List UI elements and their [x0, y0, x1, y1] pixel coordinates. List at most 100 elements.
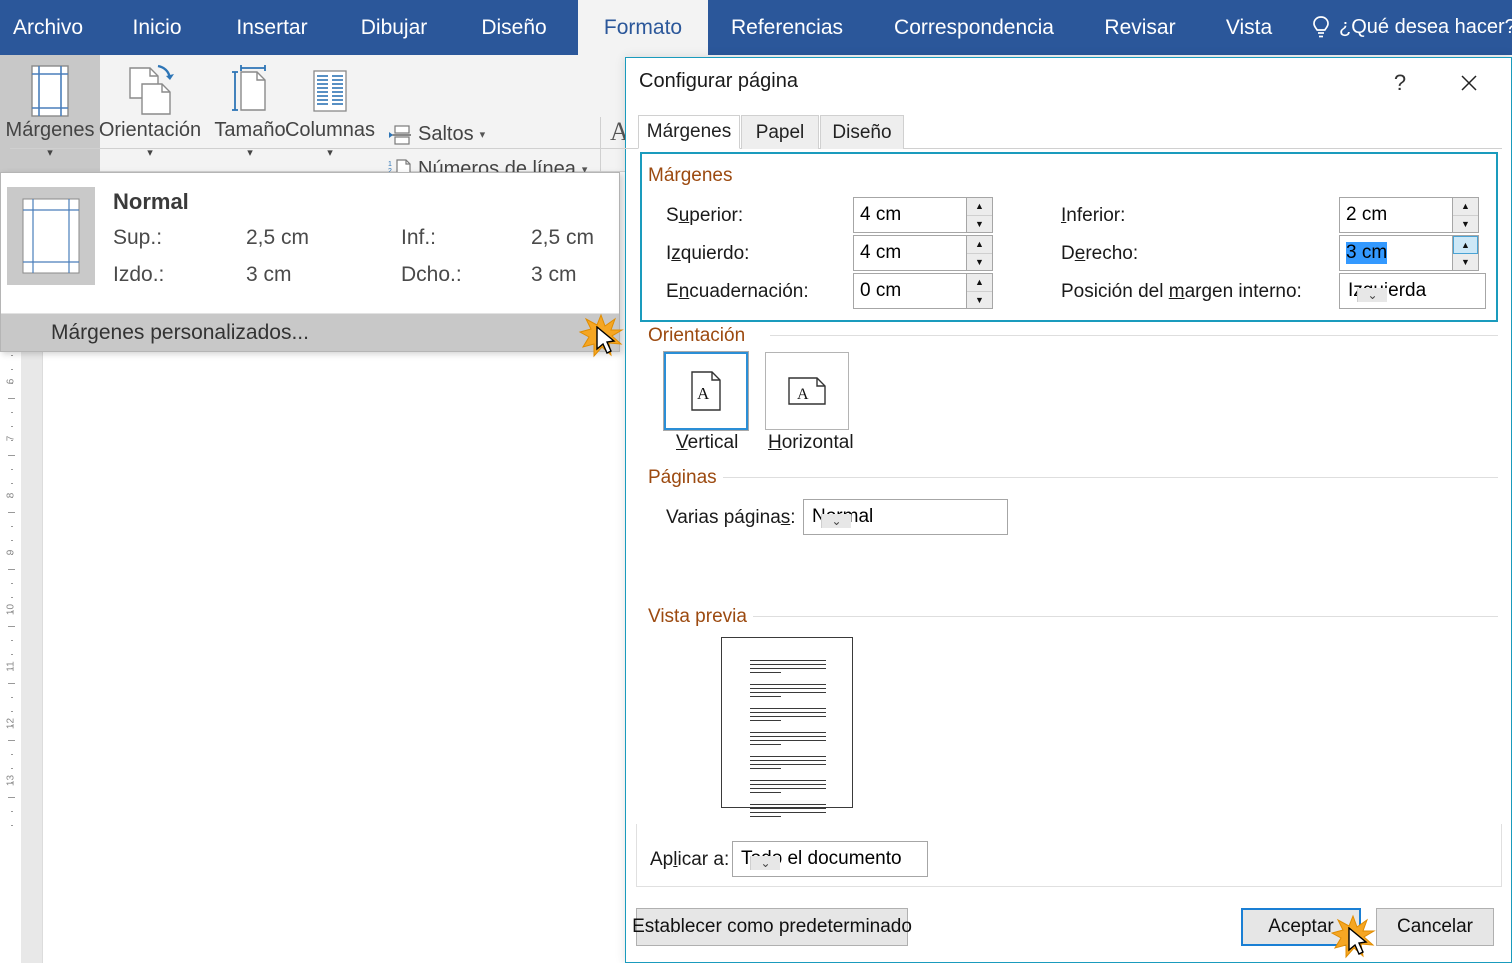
tell-me-search[interactable]: ¿Qué desea hacer?: [1310, 0, 1512, 55]
spinner-superior-up-button[interactable]: ▲: [967, 198, 992, 216]
ruler-tick: [8, 568, 15, 570]
field-label-derecho: Derecho:: [1061, 243, 1139, 264]
ruler-tick: [11, 711, 13, 712]
chevron-down-icon[interactable]: ⌄: [1357, 288, 1387, 302]
spinner-inferior[interactable]: 2 cm ▲ ▼: [1339, 197, 1479, 233]
chevron-down-icon[interactable]: ⌄: [821, 514, 851, 528]
ribbon-button-columnas[interactable]: Columnas ▾: [280, 55, 380, 172]
field-label-varias-paginas: Varias páginas:: [666, 507, 796, 528]
gallery-value-dcho: 3 cm: [531, 263, 577, 286]
page-preview: [721, 637, 853, 817]
spinner-izquierdo-value[interactable]: 4 cm: [854, 236, 966, 270]
spinner-encuadernacion[interactable]: 0 cm ▲ ▼: [853, 273, 993, 309]
spinner-inferior-up-button[interactable]: ▲: [1453, 198, 1478, 216]
preview-text-line: [750, 760, 826, 761]
group-title-paginas: Páginas: [648, 467, 723, 489]
ruler-tick: [11, 768, 13, 769]
spinner-derecho-buttons: ▲ ▼: [1452, 236, 1478, 270]
click-marker-custom-margins: [578, 312, 624, 358]
ribbon-tab-archivo[interactable]: Archivo: [0, 0, 96, 55]
chevron-down-icon[interactable]: ⌄: [750, 856, 780, 870]
margins-gallery-dropdown: Normal Sup.: 2,5 cm Inf.: 2,5 cm Izdo.: …: [0, 172, 620, 352]
group-title-vista-previa: Vista previa: [648, 606, 753, 628]
preview-text-line-short: [750, 720, 781, 721]
dialog-close-button[interactable]: [1450, 66, 1488, 100]
ruler-tick: [11, 725, 13, 727]
spinner-derecho-down-button[interactable]: ▼: [1453, 254, 1478, 270]
preview-text-line: [750, 764, 826, 765]
spinner-derecho-up-button[interactable]: ▲: [1453, 236, 1478, 254]
ribbon-tab-referencias[interactable]: Referencias: [722, 0, 852, 55]
gallery-label-izdo: Izdo.:: [113, 263, 165, 286]
ruler-tick: [8, 397, 15, 399]
ribbon-tab-insertar[interactable]: Insertar: [218, 0, 326, 55]
ruler-tick: [11, 639, 13, 641]
spinner-superior-down-button[interactable]: ▼: [967, 215, 992, 232]
spinner-encuadernacion-buttons: ▲ ▼: [966, 274, 992, 308]
spinner-izquierdo-up-button[interactable]: ▲: [967, 236, 992, 254]
spinner-encuadernacion-down-button[interactable]: ▼: [967, 291, 992, 308]
ruler-tick: [11, 668, 13, 670]
spinner-superior-value[interactable]: 4 cm: [854, 198, 966, 232]
dialog-tab-margenes[interactable]: Márgenes: [638, 115, 740, 149]
ruler-tick: [11, 696, 13, 698]
svg-text:A: A: [697, 384, 710, 403]
spinner-inferior-down-button[interactable]: ▼: [1453, 215, 1478, 232]
ribbon-tab-dibujar[interactable]: Dibujar: [342, 0, 446, 55]
preview-text-line-short: [750, 696, 781, 697]
columns-icon: [307, 63, 353, 119]
landscape-page-icon: A: [788, 377, 826, 405]
group-rule-orientacion: [770, 335, 1498, 336]
orientation-option-vertical[interactable]: A: [663, 351, 749, 431]
ruler-tick: [11, 782, 13, 784]
spinner-superior[interactable]: 4 cm ▲ ▼: [853, 197, 993, 233]
size-icon: [227, 63, 273, 119]
spinner-inferior-value[interactable]: 2 cm: [1340, 198, 1452, 232]
orientation-label-horizontal: Horizontal: [768, 432, 854, 453]
cancel-button[interactable]: Cancelar: [1376, 908, 1494, 946]
spinner-encuadernacion-value[interactable]: 0 cm: [854, 274, 966, 308]
gallery-label-dcho: Dcho.:: [401, 263, 462, 286]
preview-text-line: [750, 780, 826, 781]
combo-posicion-margen-interno[interactable]: Izquierda ⌄: [1339, 273, 1486, 309]
ruler-tick: [8, 625, 15, 627]
ruler-tick: [11, 468, 13, 470]
ribbon-tab-inicio[interactable]: Inicio: [112, 0, 202, 55]
spinner-encuadernacion-up-button[interactable]: ▲: [967, 274, 992, 292]
gallery-label-inf: Inf.:: [401, 226, 437, 249]
ribbon-tab-formato[interactable]: Formato: [578, 0, 708, 55]
preview-text-line: [750, 812, 826, 813]
ruler-number: 7: [5, 435, 17, 442]
group-rule-paginas: [723, 477, 1498, 478]
spinner-derecho-value[interactable]: 3 cm: [1340, 236, 1452, 270]
spinner-izquierdo[interactable]: 4 cm ▲ ▼: [853, 235, 993, 271]
ribbon-button-orientacion[interactable]: Orientación ▾: [99, 55, 201, 172]
dialog-help-button[interactable]: ?: [1382, 68, 1418, 98]
ribbon-button-margenes[interactable]: Márgenes ▾: [0, 55, 100, 172]
dialog-tab-diseno[interactable]: Diseño: [820, 115, 904, 149]
dialog-titlebar[interactable]: Configurar página: [626, 58, 1511, 108]
mouse-cursor-icon: [1348, 927, 1368, 955]
orientation-icon: [124, 63, 176, 119]
ruler-tick: [8, 739, 15, 741]
ruler-tick: [11, 440, 13, 442]
ruler-tick: [11, 383, 13, 385]
orientation-option-horizontal[interactable]: A: [765, 352, 849, 430]
combo-aplicar-a[interactable]: Todo el documento ⌄: [732, 841, 928, 877]
svg-text:1: 1: [388, 161, 392, 168]
spinner-derecho[interactable]: 3 cm ▲ ▼: [1339, 235, 1479, 271]
gallery-custom-margins-command[interactable]: Márgenes personalizados...: [1, 314, 619, 351]
set-as-default-button[interactable]: Establecer como predeterminado: [632, 908, 912, 946]
close-icon: [1461, 75, 1477, 91]
ruler-tick: [11, 540, 13, 541]
gallery-item-normal[interactable]: Normal Sup.: 2,5 cm Inf.: 2,5 cm Izdo.: …: [1, 173, 619, 311]
ribbon-tab-vista[interactable]: Vista: [1212, 0, 1286, 55]
ribbon-tab-diseno[interactable]: Diseño: [462, 0, 566, 55]
gallery-value-inf: 2,5 cm: [531, 226, 595, 249]
dialog-tab-papel[interactable]: Papel: [741, 115, 819, 149]
ribbon-tab-correspondencia[interactable]: Correspondencia: [876, 0, 1072, 55]
spinner-izquierdo-down-button[interactable]: ▼: [967, 253, 992, 270]
preview-text-line: [750, 736, 826, 737]
combo-varias-paginas[interactable]: Normal ⌄: [803, 499, 1008, 535]
ribbon-tab-revisar[interactable]: Revisar: [1090, 0, 1190, 55]
